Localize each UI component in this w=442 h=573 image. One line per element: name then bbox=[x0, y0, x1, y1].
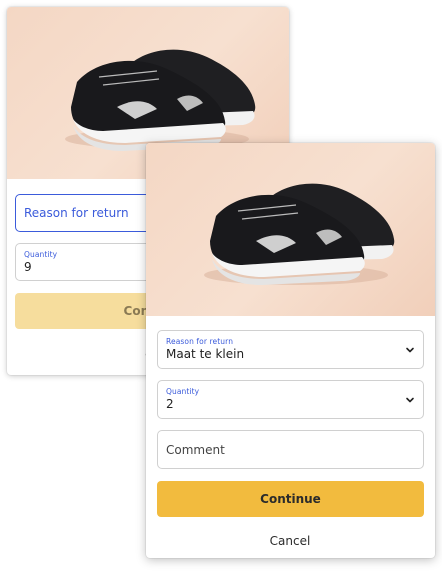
reason-select[interactable]: Reason for return Maat te klein bbox=[157, 330, 424, 369]
continue-button[interactable]: Continue bbox=[157, 481, 424, 517]
product-image bbox=[146, 143, 435, 316]
comment-placeholder: Comment bbox=[166, 442, 225, 457]
chevron-down-icon bbox=[406, 397, 414, 402]
chevron-down-icon bbox=[406, 347, 414, 352]
quantity-select[interactable]: Quantity 2 bbox=[157, 380, 424, 419]
return-form-card-filled: Reason for return Maat te klein Quantity… bbox=[146, 143, 435, 558]
reason-value: Maat te klein bbox=[166, 347, 245, 361]
quantity-label: Quantity bbox=[24, 250, 58, 259]
quantity-value: 2 bbox=[166, 397, 174, 411]
reason-label: Reason for return bbox=[166, 337, 234, 346]
comment-field[interactable]: Comment bbox=[157, 430, 424, 469]
quantity-label: Quantity bbox=[166, 387, 200, 396]
reason-placeholder: Reason for return bbox=[24, 206, 129, 220]
running-shoes-image bbox=[204, 183, 395, 285]
quantity-value: 9 bbox=[24, 260, 32, 274]
cancel-button[interactable]: Cancel bbox=[250, 531, 330, 551]
